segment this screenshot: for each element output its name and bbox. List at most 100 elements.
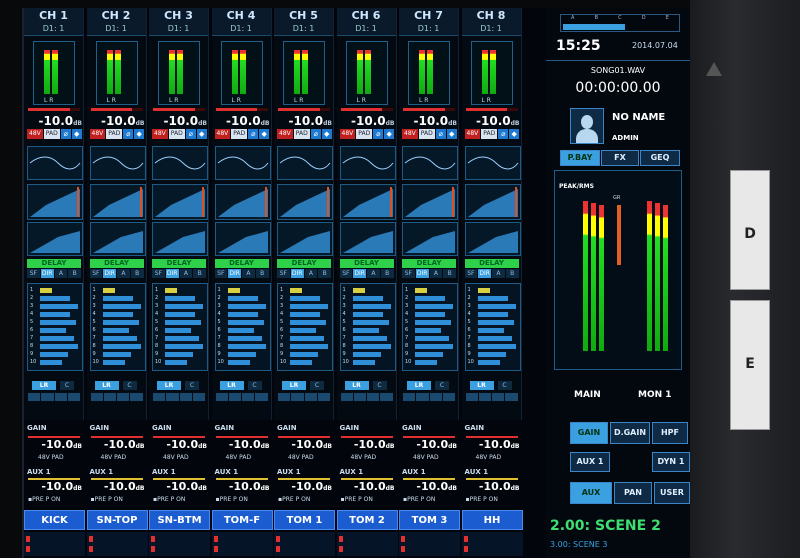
phantom-button[interactable]: 48V (339, 129, 356, 139)
gain-section[interactable]: GAIN -10.0dB 48V PAD (274, 420, 336, 464)
link-icon[interactable]: ◆ (384, 129, 395, 139)
a-button[interactable]: A (367, 269, 380, 278)
geq-button[interactable]: GEQ (640, 150, 680, 166)
gate-graph[interactable] (89, 184, 146, 220)
aux-send-bar[interactable] (290, 288, 302, 293)
aux-send-bar[interactable] (102, 288, 115, 293)
aux-send-bar[interactable] (40, 296, 70, 301)
aux-send-bar[interactable] (415, 312, 445, 317)
phantom-button[interactable]: 48V (464, 129, 481, 139)
dir-button[interactable]: DIR (228, 269, 241, 278)
lr-button[interactable]: LR (407, 381, 431, 390)
channel-name[interactable]: KICK (24, 510, 85, 530)
channel-strip[interactable]: CH 7 D1: 1 L R -10.0dB 48V PAD ⌀ ◆ DELAY SF D… (399, 8, 459, 420)
pan-cells[interactable] (403, 393, 455, 401)
channel-name[interactable]: TOM 2 (336, 510, 398, 530)
aux-send-bar[interactable] (165, 360, 187, 365)
gate-graph[interactable] (214, 184, 271, 220)
aux-send-bar[interactable] (165, 304, 203, 309)
aux-send-bar[interactable] (40, 344, 78, 349)
c-button[interactable]: C (435, 381, 449, 390)
aux-send-bar[interactable] (165, 336, 199, 341)
aux-send-bar[interactable] (227, 352, 256, 357)
aux-send-bar[interactable] (477, 320, 514, 325)
aux-send-bar[interactable] (40, 336, 74, 341)
eq-curve[interactable] (152, 146, 208, 180)
channel-name[interactable]: HH (461, 510, 523, 530)
phantom-button[interactable]: 48V (277, 129, 293, 139)
aux-send-bar[interactable] (165, 288, 177, 293)
phantom-button[interactable]: 48V (402, 129, 418, 139)
aux-send-bar[interactable] (352, 344, 391, 349)
fader-bar[interactable] (90, 108, 143, 111)
aux-send-bar[interactable] (352, 336, 387, 341)
pad-button[interactable]: PAD (356, 129, 373, 139)
dir-button[interactable]: DIR (290, 269, 304, 278)
aux-send-bar[interactable] (415, 336, 449, 341)
pan-cells[interactable] (215, 393, 268, 401)
channel-name[interactable]: TOM 1 (274, 510, 335, 530)
lr-button[interactable]: LR (219, 381, 244, 390)
channel-name[interactable]: TOM 3 (399, 510, 460, 530)
pan-button[interactable]: PAN (614, 482, 652, 504)
b-button[interactable]: B (68, 269, 81, 278)
channel-header[interactable]: CH 8 D1: 1 (461, 8, 521, 36)
aux-send-bar[interactable] (227, 360, 250, 365)
eq-curve[interactable] (27, 146, 83, 180)
phase-icon[interactable]: ⌀ (60, 129, 71, 139)
aux-section[interactable]: AUX 1 -10.0dB ▪PRE P ON (337, 466, 399, 510)
aux-send-bar[interactable] (290, 304, 328, 309)
sf-button[interactable]: SF (402, 269, 415, 278)
c-button[interactable]: C (310, 381, 324, 390)
aux-send-bar[interactable] (227, 328, 254, 333)
channel-header[interactable]: CH 5 D1: 1 (274, 8, 333, 36)
lr-button[interactable]: LR (344, 381, 369, 390)
aux-section[interactable]: AUX 1 -10.0dB ▪PRE P ON (274, 466, 336, 510)
delay-button[interactable]: DELAY (89, 259, 144, 268)
eq-curve[interactable] (339, 146, 396, 180)
gain-section[interactable]: GAIN -10.0dB 48V PAD (462, 420, 524, 464)
channel-header[interactable]: CH 7 D1: 1 (399, 8, 458, 36)
channel-header[interactable]: CH 2 D1: 1 (86, 8, 146, 36)
pan-cells[interactable] (278, 393, 330, 401)
aux-send-bar[interactable] (352, 328, 379, 333)
lr-button[interactable]: LR (469, 381, 494, 390)
phantom-button[interactable]: 48V (27, 129, 43, 139)
delay-button[interactable]: DELAY (27, 259, 81, 268)
phase-icon[interactable]: ⌀ (185, 129, 196, 139)
c-button[interactable]: C (60, 381, 74, 390)
a-button[interactable]: A (492, 269, 505, 278)
b-button[interactable]: B (130, 269, 144, 278)
eq-curve[interactable] (464, 146, 521, 180)
aux-send-bar[interactable] (415, 320, 451, 325)
phase-icon[interactable]: ⌀ (248, 129, 259, 139)
lr-button[interactable]: LR (282, 381, 306, 390)
aux-send-bar[interactable] (477, 336, 512, 341)
aux-send-bar[interactable] (102, 352, 131, 357)
aux-send-bar[interactable] (227, 320, 264, 325)
channel-strip[interactable]: CH 4 D1: 1 L R -10.0dB 48V PAD ⌀ ◆ DELAY SF D… (211, 8, 272, 420)
a-button[interactable]: A (242, 269, 255, 278)
delay-button[interactable]: DELAY (402, 259, 456, 268)
channel-strip[interactable]: CH 5 D1: 1 L R -10.0dB 48V PAD ⌀ ◆ DELAY SF D… (274, 8, 334, 420)
channel-strip[interactable]: CH 8 D1: 1 L R -10.0dB 48V PAD ⌀ ◆ DELAY SF D… (461, 8, 522, 420)
fx-button[interactable]: FX (601, 150, 639, 166)
aux-send-bar[interactable] (352, 304, 391, 309)
sf-button[interactable]: SF (339, 269, 353, 278)
channel-header[interactable]: CH 6 D1: 1 (336, 8, 396, 36)
lr-button[interactable]: LR (32, 381, 56, 390)
dir-button[interactable]: DIR (40, 269, 54, 278)
delay-button[interactable]: DELAY (277, 259, 331, 268)
lr-button[interactable]: LR (157, 381, 181, 390)
aux-send-bar[interactable] (477, 304, 516, 309)
b-button[interactable]: B (193, 269, 206, 278)
phase-icon[interactable]: ⌀ (123, 129, 134, 139)
phase-icon[interactable]: ⌀ (373, 129, 384, 139)
aux-send-bar[interactable] (477, 328, 504, 333)
eq-curve[interactable] (89, 146, 146, 180)
aux-send-bar[interactable] (477, 360, 500, 365)
aux-send-bar[interactable] (40, 320, 76, 325)
eq-curve[interactable] (214, 146, 271, 180)
channel-name[interactable]: TOM-F (211, 510, 273, 530)
a-button[interactable]: A (117, 269, 130, 278)
